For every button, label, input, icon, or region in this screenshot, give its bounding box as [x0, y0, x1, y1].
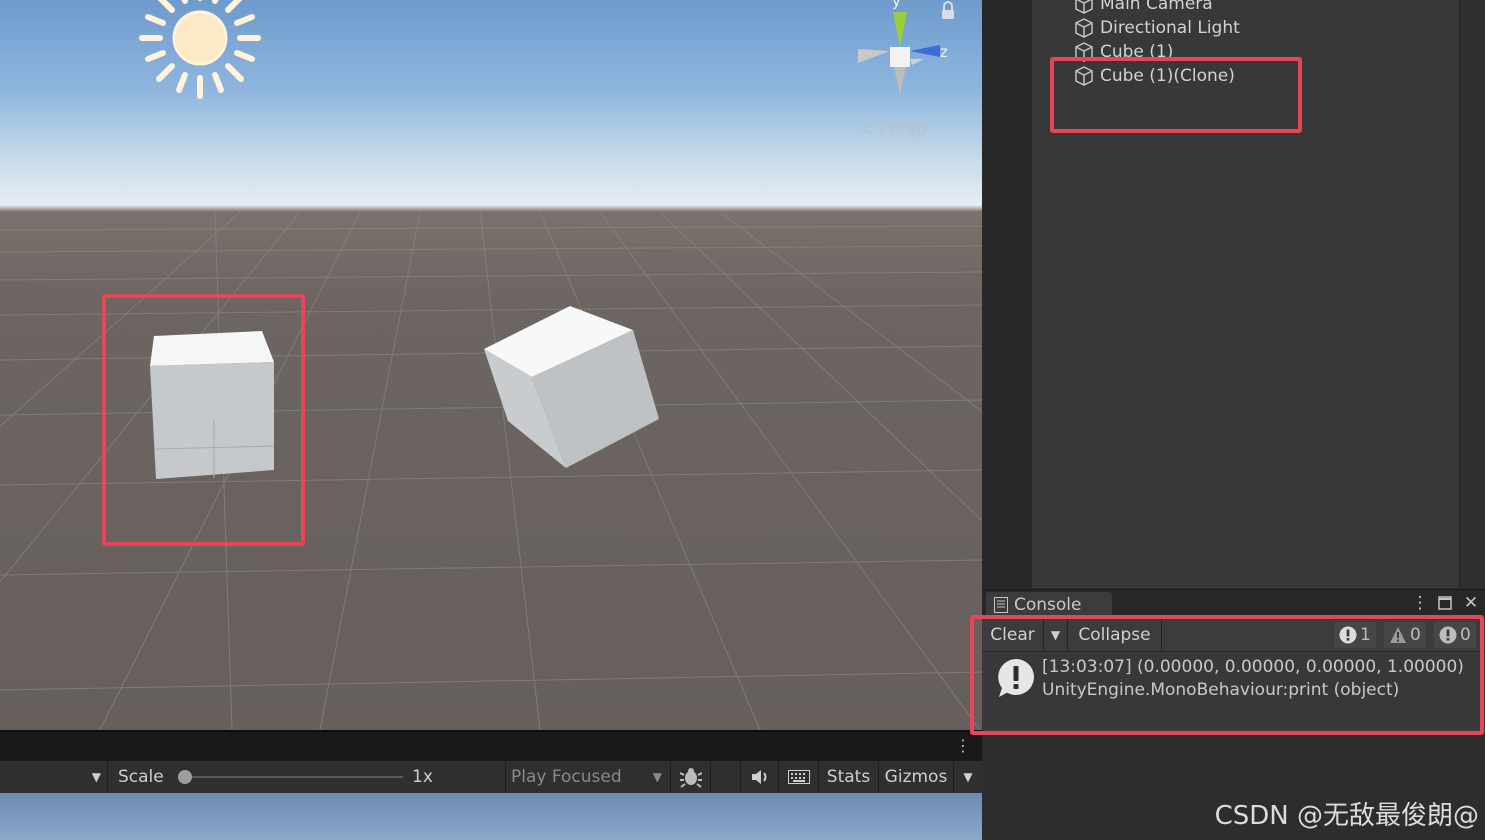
audio-icon[interactable] — [741, 761, 779, 793]
view-mode-toggle[interactable]: < Persp — [860, 120, 926, 140]
hierarchy-item-label: Main Camera — [1100, 0, 1213, 14]
hierarchy-panel: Main Camera Directional Light Cube (1) C… — [982, 0, 1485, 588]
view-mode-label: Persp — [879, 120, 927, 140]
scale-value: 1x — [412, 761, 506, 793]
console-tab-label: Console — [1014, 595, 1082, 615]
hierarchy-item-label: Directional Light — [1100, 18, 1240, 38]
chevron-down-icon: ▼ — [652, 770, 662, 784]
hierarchy-scrollbar[interactable] — [1459, 0, 1485, 588]
chevron-down-icon: ▼ — [963, 770, 973, 784]
more-options-icon[interactable]: ⋮ — [1410, 590, 1430, 616]
highlight-box-clone — [1050, 57, 1302, 133]
highlight-box-cube — [102, 294, 305, 546]
game-toolbar: ▼ Scale 1x Play Focused ▼ Stats Gizmos ▼ — [0, 760, 982, 794]
scale-label: Scale — [118, 767, 164, 787]
gizmo-y-label: y — [892, 0, 901, 10]
scale-slider-handle[interactable] — [178, 770, 192, 784]
gizmos-dropdown[interactable]: ▼ — [954, 761, 982, 793]
gizmo-z-label: z — [940, 43, 948, 61]
play-mode-dropdown[interactable]: Play Focused ▼ — [506, 761, 671, 793]
scale-slider-track[interactable] — [178, 770, 403, 784]
chevron-down-icon: ▼ — [91, 770, 101, 784]
hierarchy-item-main-camera[interactable]: Main Camera — [1074, 0, 1213, 16]
lock-icon — [942, 1, 954, 19]
toolbar-spacer — [711, 761, 741, 793]
chevron-left-icon: < — [860, 120, 880, 140]
keyboard-icon[interactable] — [779, 761, 819, 793]
hierarchy-item-directional-light[interactable]: Directional Light — [1074, 16, 1240, 40]
gizmos-button[interactable]: Gizmos — [879, 761, 954, 793]
highlight-box-console — [970, 615, 1484, 735]
more-options-icon[interactable]: ⋮ — [955, 736, 971, 755]
console-tab-bar: Console ⋮ ✕ — [982, 589, 1485, 618]
close-icon[interactable]: ✕ — [1460, 590, 1482, 616]
game-tab-bar: ⋮ — [0, 730, 982, 762]
display-dropdown[interactable]: ▼ — [0, 761, 108, 793]
cube-object-right — [484, 306, 659, 468]
stats-button[interactable]: Stats — [819, 761, 879, 793]
scene-gizmo-icon — [858, 12, 940, 95]
scene-view[interactable]: y z < Persp — [0, 0, 982, 730]
bug-icon[interactable] — [671, 761, 711, 793]
sun-icon — [139, 0, 261, 99]
cube-icon — [1075, 18, 1093, 38]
cube-icon — [1075, 0, 1093, 14]
console-icon — [994, 597, 1008, 613]
play-mode-label: Play Focused — [511, 767, 622, 787]
watermark: CSDN @无敌最俊朗@ — [1214, 801, 1479, 831]
maximize-icon[interactable] — [1434, 590, 1456, 618]
game-view[interactable] — [0, 793, 982, 840]
